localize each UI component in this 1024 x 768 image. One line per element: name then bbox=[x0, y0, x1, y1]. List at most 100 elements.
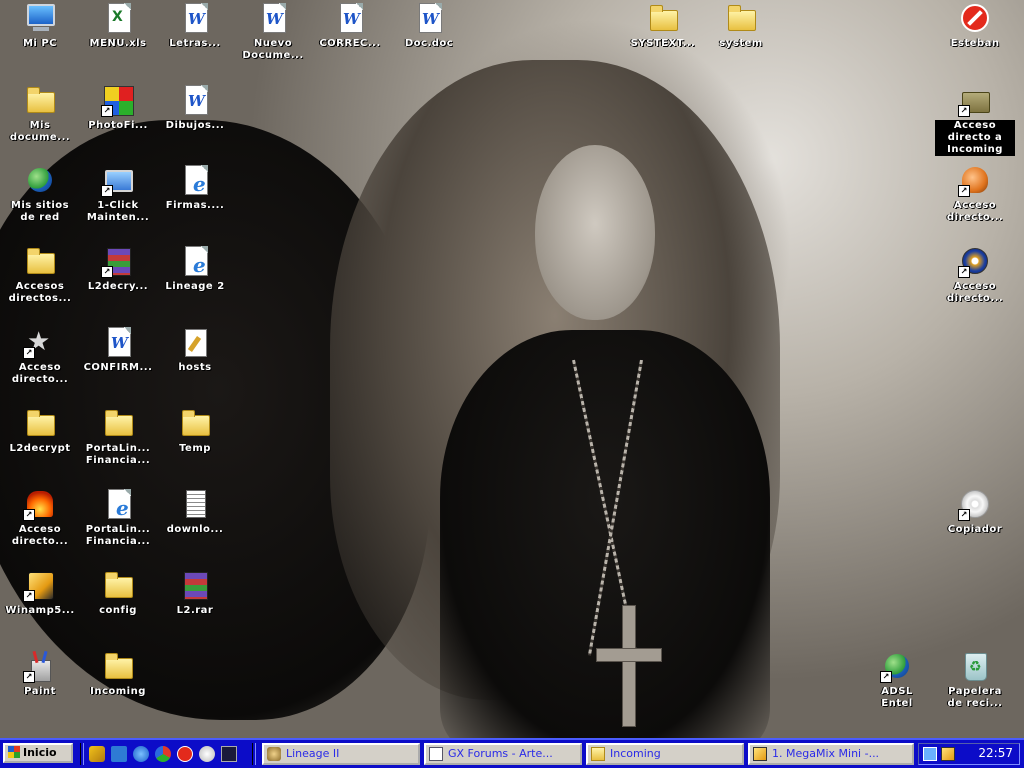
quicklaunch-outlook-icon[interactable] bbox=[110, 745, 128, 763]
desktop-icon-hosts[interactable]: hosts bbox=[155, 324, 235, 400]
desktop-icon-firmas[interactable]: e Firmas.... bbox=[155, 162, 235, 238]
start-button-label: Inicio bbox=[23, 746, 57, 759]
desktop-icon-label: Letras... bbox=[169, 38, 221, 49]
desktop-icon-1-click[interactable]: ↗ 1-Click Mainten... bbox=[78, 162, 158, 238]
computer-maintenance-icon: ↗ bbox=[101, 164, 134, 197]
desktop-icon-lineage2[interactable]: e Lineage 2 bbox=[155, 243, 235, 319]
winamp-tray-icon[interactable] bbox=[941, 747, 955, 761]
desktop-icon-temp[interactable]: Temp bbox=[155, 405, 235, 481]
desktop-icon-incoming[interactable]: Incoming bbox=[78, 648, 158, 724]
task-label: Lineage II bbox=[286, 747, 340, 760]
desktop-icon-accesos-directos[interactable]: Accesos directos... bbox=[0, 243, 80, 319]
stop-sign-icon bbox=[959, 2, 991, 34]
desktop-icon-label: L2decrypt bbox=[9, 443, 71, 454]
archive-shortcut-icon: ↗ bbox=[101, 245, 134, 278]
taskbar-task-gx-forums[interactable]: GX Forums - Arte... bbox=[424, 743, 582, 765]
desktop-icon-downlo[interactable]: downlo... bbox=[155, 486, 235, 562]
desktop-icon-l2decrypt-exe[interactable]: ↗ L2decry... bbox=[78, 243, 158, 319]
desktop-icon-label: config bbox=[99, 605, 137, 616]
desktop-icon-menu-xls[interactable]: X MENU.xls bbox=[78, 0, 158, 76]
network-connection-icon: ↗ bbox=[880, 650, 913, 683]
desktop-icon-nuevo-documento[interactable]: W Nuevo Docume... bbox=[233, 0, 313, 76]
desktop-icon-adsl-entel[interactable]: ↗ ADSL Entel bbox=[857, 648, 937, 724]
desktop-icon-label: Mis sitios de red bbox=[10, 200, 70, 223]
desktop-icon-letras[interactable]: W Letras... bbox=[155, 0, 235, 76]
folder-icon bbox=[102, 407, 134, 439]
fire-shortcut-icon: ↗ bbox=[23, 488, 56, 521]
my-computer-icon bbox=[24, 2, 56, 34]
folder-icon bbox=[24, 407, 56, 439]
desktop-icon-label: Acceso directo... bbox=[946, 281, 1004, 304]
desktop-icon-portalin-folder[interactable]: PortaLin... Financia... bbox=[78, 405, 158, 481]
desktop-icon-label: Lineage 2 bbox=[165, 281, 225, 292]
task-label: 1. MegaMix Mini -... bbox=[772, 747, 880, 760]
desktop-icon-label: ADSL Entel bbox=[881, 686, 913, 709]
network-places-icon bbox=[24, 164, 56, 196]
desktop-icon-label: Doc.doc bbox=[404, 38, 454, 49]
desktop-icon-label: MENU.xls bbox=[89, 38, 147, 49]
quicklaunch-kazaa-icon[interactable] bbox=[88, 745, 106, 763]
quicklaunch-stop-icon[interactable] bbox=[176, 745, 194, 763]
word-document-icon: W bbox=[102, 326, 134, 358]
desktop-icon-label: 1-Click Mainten... bbox=[86, 200, 150, 223]
desktop-icon-label: CONFIRM... bbox=[83, 362, 153, 373]
desktop-icon-label: Mis docume... bbox=[9, 120, 71, 143]
desktop-icon-winamp[interactable]: ↗ Winamp5... bbox=[0, 567, 80, 643]
internet-explorer-document-icon: e bbox=[179, 245, 211, 277]
desktop-icon-esteban[interactable]: Esteban bbox=[935, 0, 1015, 76]
desktop-icon-acceso-directo-star[interactable]: ★ ↗ Acceso directo... bbox=[0, 324, 80, 400]
desktop-icon-label: Copiador bbox=[947, 524, 1003, 535]
desktop-icon-acceso-incoming[interactable]: ↗ Acceso directo a Incoming bbox=[935, 82, 1015, 158]
desktop-icon-system[interactable]: system bbox=[701, 0, 781, 76]
desktop-icon-acceso-directo-kitten[interactable]: ↗ Acceso directo... bbox=[935, 162, 1015, 238]
folder-shortcut-icon: ↗ bbox=[958, 84, 991, 117]
desktop-icon-label: Accesos directos... bbox=[8, 281, 72, 304]
quicklaunch-winamp-icon[interactable] bbox=[198, 745, 216, 763]
taskbar-task-megamix[interactable]: 1. MegaMix Mini -... bbox=[748, 743, 914, 765]
desktop-icon-acceso-directo-media[interactable]: ↗ Acceso directo... bbox=[935, 243, 1015, 319]
desktop-icon-label: SYSTEXT... bbox=[630, 38, 696, 49]
folder-icon bbox=[179, 407, 211, 439]
desktop-icon-paint[interactable]: ↗ Paint bbox=[0, 648, 80, 724]
word-document-icon: W bbox=[179, 2, 211, 34]
desktop-icon-label: CORREC... bbox=[319, 38, 381, 49]
taskbar-task-lineage2[interactable]: Lineage II bbox=[262, 743, 420, 765]
taskbar-task-incoming[interactable]: Incoming bbox=[586, 743, 744, 765]
desktop-icon-papelera[interactable]: Papelera de reci... bbox=[935, 648, 1015, 724]
desktop-icon-correc[interactable]: W CORREC... bbox=[310, 0, 390, 76]
desktop-icon-confirm[interactable]: W CONFIRM... bbox=[78, 324, 158, 400]
desktop-icon-copiador[interactable]: ↗ Copiador bbox=[935, 486, 1015, 562]
desktop-icon-l2decrypt[interactable]: L2decrypt bbox=[0, 405, 80, 481]
winamp-shortcut-icon: ↗ bbox=[23, 569, 56, 602]
desktop-icon-mis-documentos[interactable]: Mis docume... bbox=[0, 82, 80, 158]
desktop-icon-label: Nuevo Docume... bbox=[242, 38, 304, 61]
word-document-icon: W bbox=[257, 2, 289, 34]
folder-icon bbox=[102, 650, 134, 682]
quicklaunch-msn-icon[interactable] bbox=[154, 745, 172, 763]
desktop-icon-acceso-directo-fire[interactable]: ↗ Acceso directo... bbox=[0, 486, 80, 562]
desktop-icon-label: L2.rar bbox=[176, 605, 214, 616]
winamp-icon bbox=[753, 747, 767, 761]
desktop-icon-label: system bbox=[719, 38, 763, 49]
desktop-icon-photofiltre[interactable]: ↗ PhotoFi... bbox=[78, 82, 158, 158]
desktop-icon-l2-rar[interactable]: L2.rar bbox=[155, 567, 235, 643]
quicklaunch-ie-icon[interactable] bbox=[132, 745, 150, 763]
desktop-icon-mi-pc[interactable]: Mi PC bbox=[0, 0, 80, 76]
desktop[interactable]: Mi PC X MENU.xls W Letras... W Nuevo Doc… bbox=[0, 0, 1024, 738]
desktop-icon-label: Winamp5... bbox=[5, 605, 75, 616]
network-icon[interactable] bbox=[923, 747, 937, 761]
internet-explorer-document-icon: e bbox=[102, 488, 134, 520]
clock[interactable]: 22:57 bbox=[978, 746, 1013, 760]
desktop-icon-portalin-ie[interactable]: e PortaLin... Financia... bbox=[78, 486, 158, 562]
desktop-icon-label: Temp bbox=[179, 443, 211, 454]
desktop-icon-config[interactable]: config bbox=[78, 567, 158, 643]
desktop-icon-label: Dibujos... bbox=[165, 120, 225, 131]
desktop-icon-dibujos[interactable]: W Dibujos... bbox=[155, 82, 235, 158]
desktop-icon-doc-doc[interactable]: W Doc.doc bbox=[389, 0, 469, 76]
quicklaunch-tool-icon[interactable] bbox=[220, 745, 238, 763]
desktop-icon-systext[interactable]: SYSTEXT... bbox=[623, 0, 703, 76]
desktop-icon-label: hosts bbox=[178, 362, 212, 373]
desktop-icon-mis-sitios-red[interactable]: Mis sitios de red bbox=[0, 162, 80, 238]
taskbar-separator bbox=[80, 743, 84, 765]
start-button[interactable]: Inicio bbox=[3, 743, 73, 763]
